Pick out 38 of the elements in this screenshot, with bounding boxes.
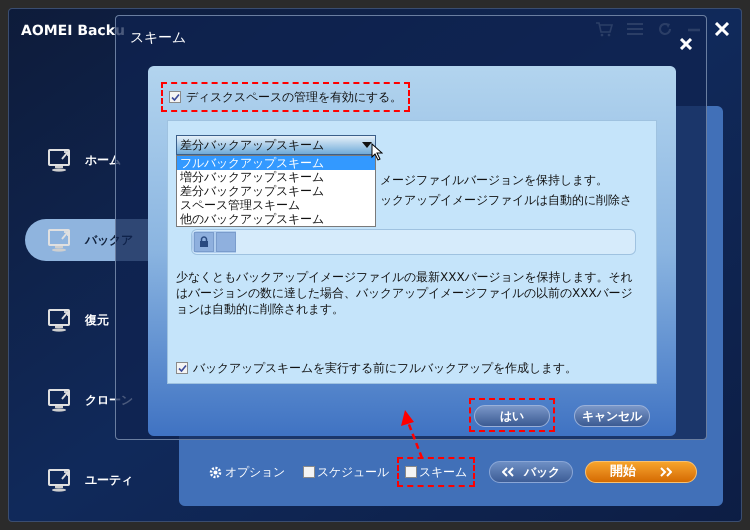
checkbox[interactable] — [169, 91, 181, 103]
schedule-label[interactable]: スケジュール — [317, 463, 389, 481]
dialog-button[interactable]: はい — [474, 405, 550, 427]
slider-track[interactable] — [191, 229, 636, 255]
scheme-label[interactable]: スキーム — [419, 463, 467, 481]
checkbox[interactable] — [303, 466, 315, 478]
dialog-button[interactable]: キャンセル — [574, 405, 650, 427]
close-icon[interactable] — [680, 38, 692, 50]
sidebar-item[interactable]: 復元 — [25, 299, 175, 341]
checkbox[interactable] — [176, 362, 188, 374]
lock-icon — [194, 232, 214, 252]
monitor-icon — [47, 307, 73, 333]
dropdown-option[interactable]: 他のバックアップスキーム — [177, 212, 375, 226]
monitor-icon — [47, 387, 73, 413]
dropdown-option[interactable]: 増分バックアップスキーム — [177, 170, 375, 184]
description-text: ックアップイメージファイルは自動的に削除さ — [380, 192, 633, 209]
description-text: メージファイルバージョンを保持します。 — [380, 172, 609, 189]
double-chevron-left-icon — [502, 467, 514, 477]
gear-icon — [209, 466, 222, 478]
dropdown-arrow-icon — [362, 142, 372, 148]
slider-thumb[interactable] — [216, 232, 236, 252]
scheme-description: 少なくともバックアップイメージファイルの最新XXXバージョンを保持します。それはバージョンの数に達した場合、バックアップイメージファイルの以前のXXXバージョンは自動的に削除されます。 — [176, 269, 634, 317]
double-chevron-right-icon — [660, 467, 672, 477]
monitor-icon — [47, 147, 73, 173]
monitor-icon — [47, 227, 73, 253]
dropdown-option[interactable]: 差分バックアップスキーム — [177, 184, 375, 198]
close-icon[interactable] — [715, 22, 729, 36]
full-backup-label[interactable]: バックアップスキームを実行する前にフルバックアップを作成します。 — [193, 359, 577, 377]
sidebar-item[interactable]: ユーティ — [25, 459, 175, 501]
monitor-icon — [47, 467, 73, 493]
dropdown-option[interactable]: スペース管理スキーム — [177, 198, 375, 212]
dialog-title: スキーム — [130, 29, 186, 48]
options-link[interactable]: オプション — [209, 463, 285, 481]
checkbox[interactable] — [405, 466, 417, 478]
app-title: AOMEI Backu — [21, 22, 126, 41]
enable-label[interactable]: ディスクスペースの管理を有効にする。 — [186, 88, 402, 106]
back-button[interactable]: バック — [489, 461, 573, 483]
scheme-dropdown[interactable]: 差分バックアップスキーム — [176, 135, 376, 155]
